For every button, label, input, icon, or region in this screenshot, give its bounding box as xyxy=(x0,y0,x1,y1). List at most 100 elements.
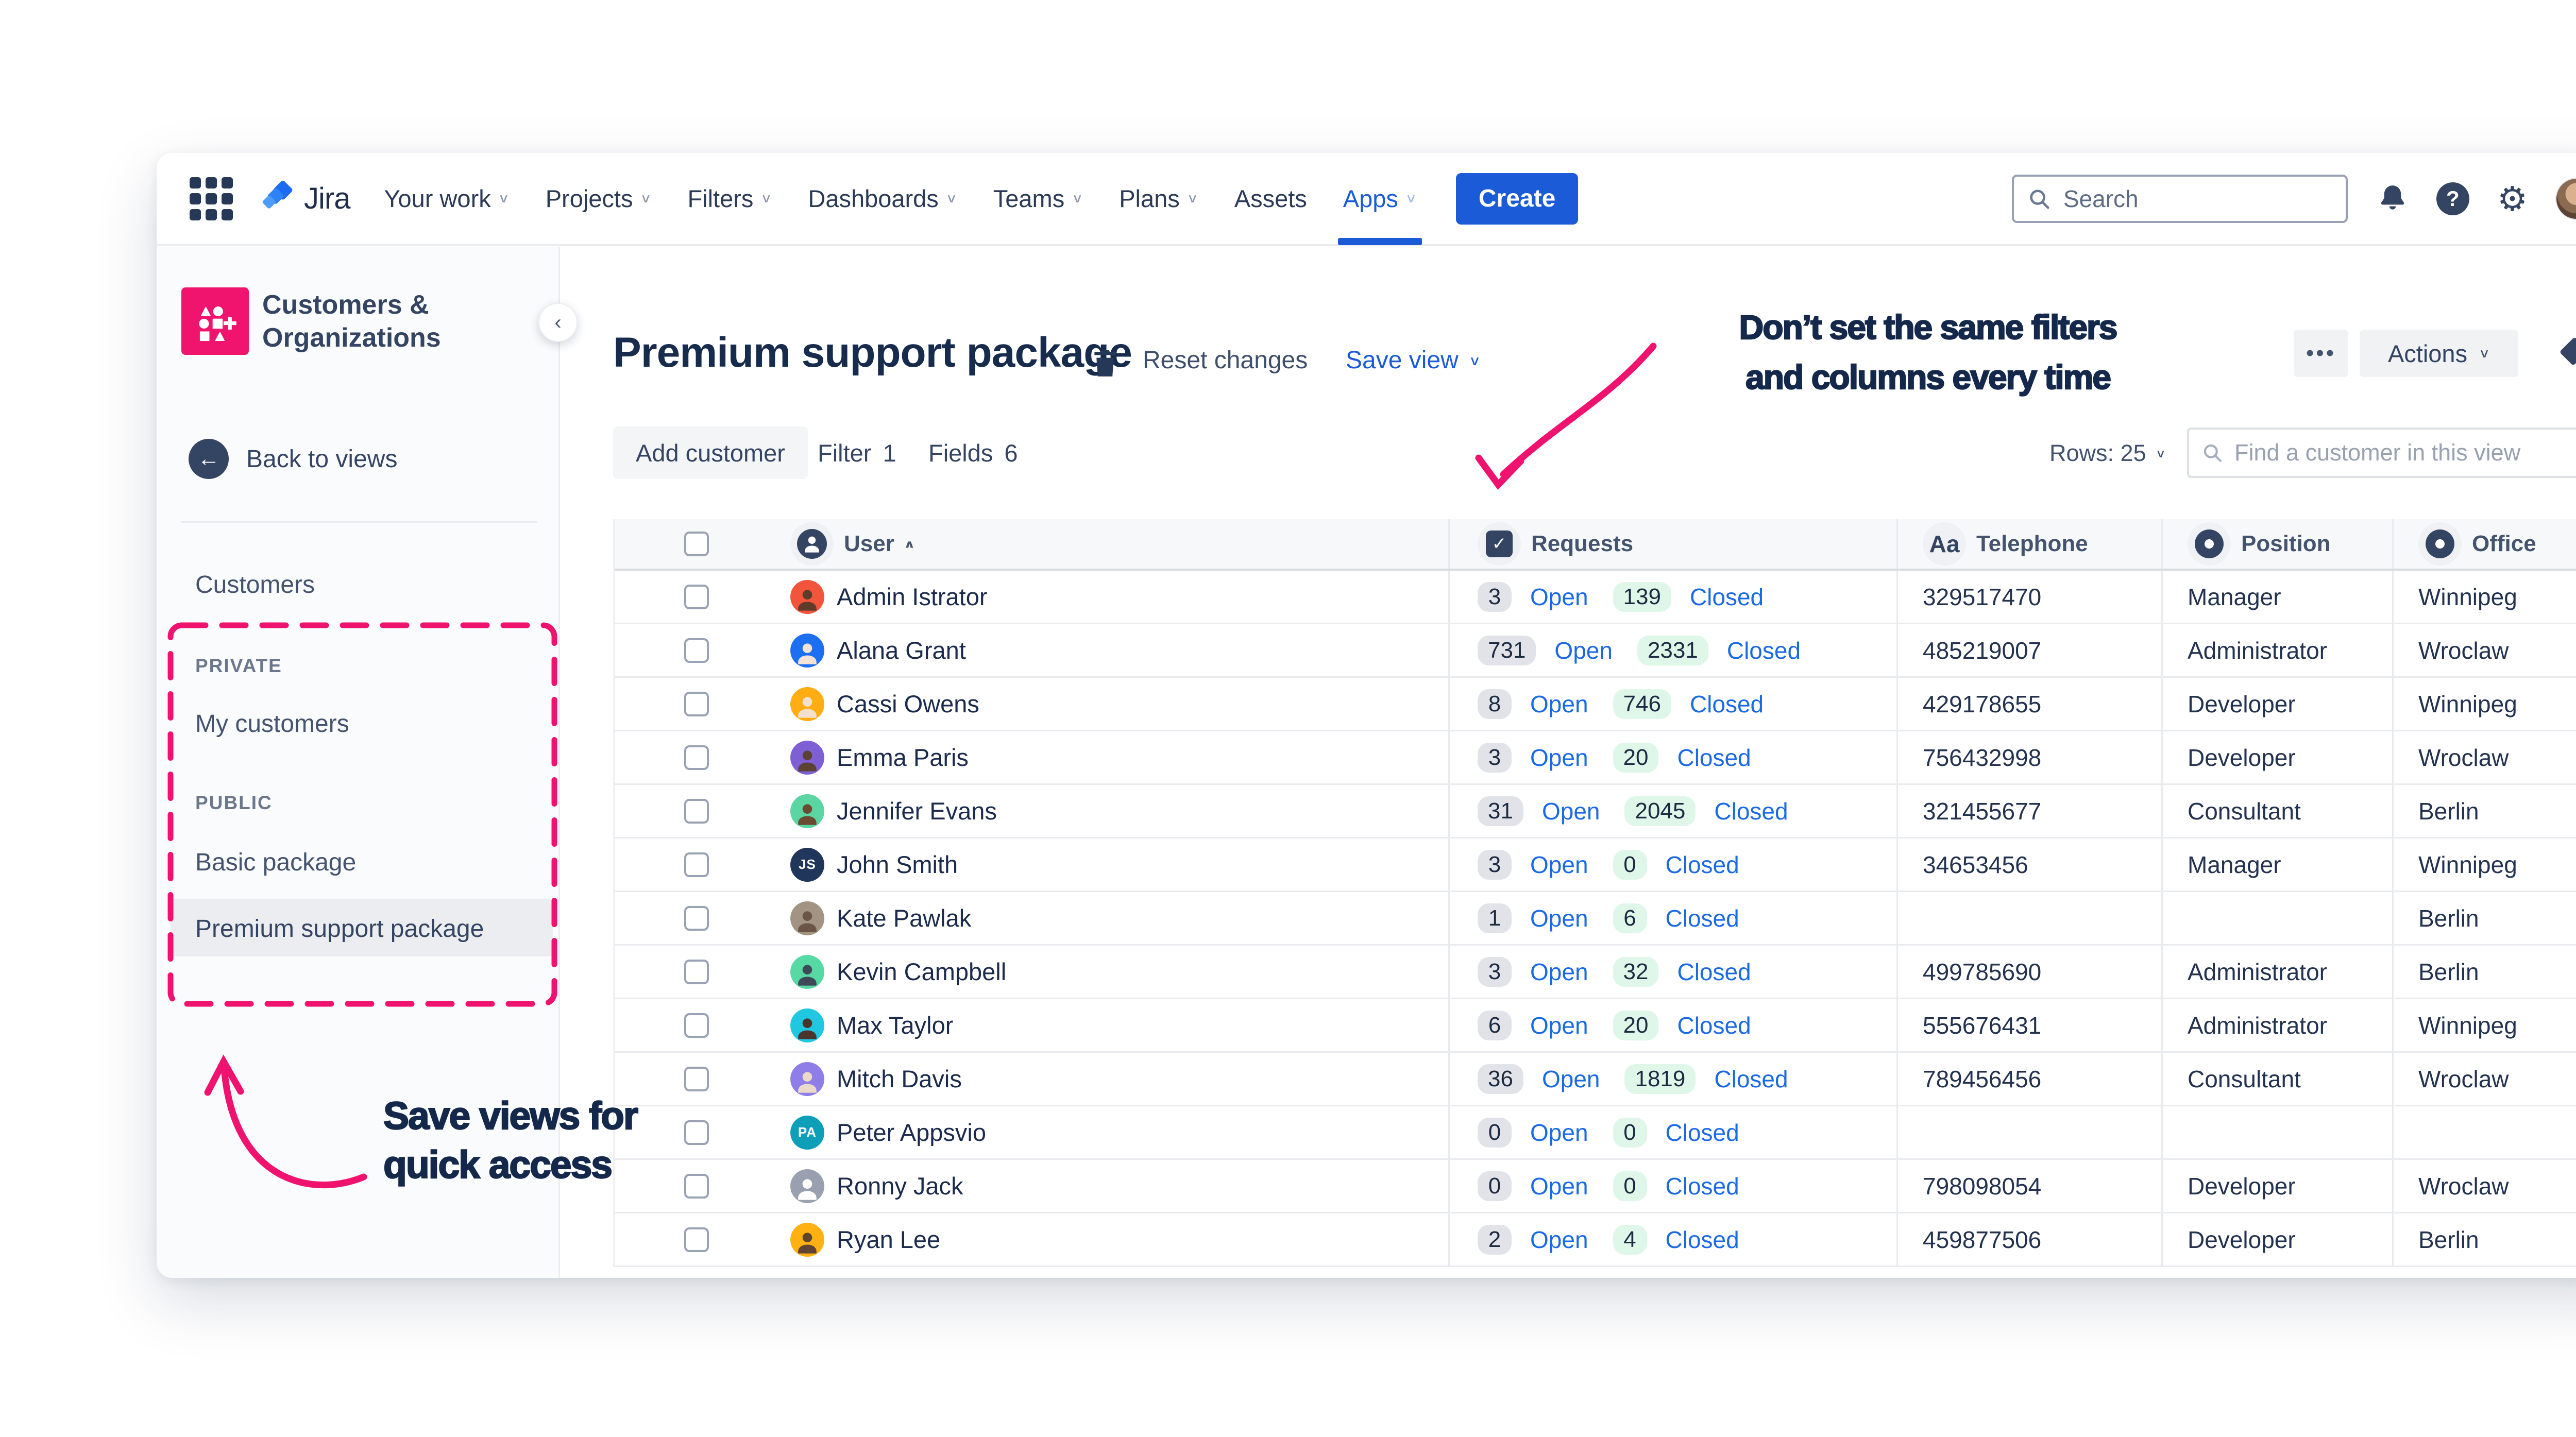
nav-plans[interactable]: Plans ∨ xyxy=(1119,153,1198,245)
actions-button[interactable]: Actions ∨ xyxy=(2360,330,2518,377)
find-customer-input[interactable] xyxy=(2233,439,2576,467)
table-row[interactable]: PA Peter Appsvio 0 Open 0 Closed xyxy=(615,1106,2576,1160)
nav-your-work[interactable]: Your work ∨ xyxy=(384,153,509,245)
user-name[interactable]: Alana Grant xyxy=(837,636,966,664)
closed-link[interactable]: Closed xyxy=(1677,744,1751,772)
row-checkbox[interactable] xyxy=(684,798,709,824)
jira-logo[interactable]: Jira xyxy=(260,180,350,217)
closed-link[interactable]: Closed xyxy=(1677,958,1751,986)
row-checkbox[interactable] xyxy=(684,691,709,716)
select-all-checkbox[interactable] xyxy=(684,532,709,556)
table-row[interactable]: Max Taylor 6 Open 20 Closed 555676431 Ad… xyxy=(615,999,2576,1053)
user-name[interactable]: Kate Pawlak xyxy=(837,904,971,932)
user-name[interactable]: Ryan Lee xyxy=(837,1225,940,1254)
row-checkbox[interactable] xyxy=(684,852,709,877)
table-row[interactable]: Mitch Davis 36 Open 1819 Closed 78945645… xyxy=(615,1053,2576,1106)
user-name[interactable]: Max Taylor xyxy=(837,1011,953,1039)
user-name[interactable]: Mitch Davis xyxy=(837,1065,962,1093)
closed-link[interactable]: Closed xyxy=(1666,904,1739,932)
table-row[interactable]: Jennifer Evans 31 Open 2045 Closed 32145… xyxy=(615,785,2576,839)
delete-view-trash-icon[interactable] xyxy=(1089,346,1121,383)
open-link[interactable]: Open xyxy=(1530,744,1588,772)
nav-dashboards[interactable]: Dashboards ∨ xyxy=(808,153,957,245)
column-header-requests[interactable]: Requests xyxy=(1531,531,1633,557)
table-row[interactable]: JS John Smith 3 Open 0 Closed 34653456 M… xyxy=(615,839,2576,892)
nav-assets[interactable]: Assets xyxy=(1234,153,1307,245)
table-row[interactable]: Admin Istrator 3 Open 139 Closed 3295174… xyxy=(615,571,2576,624)
user-name[interactable]: John Smith xyxy=(837,850,958,879)
table-row[interactable]: Kevin Campbell 3 Open 32 Closed 49978569… xyxy=(615,946,2576,999)
sidebar-item-basic-package[interactable]: Basic package xyxy=(195,848,356,877)
row-checkbox[interactable] xyxy=(684,1227,709,1252)
create-button[interactable]: Create xyxy=(1455,173,1579,225)
row-checkbox[interactable] xyxy=(684,1066,709,1091)
table-row[interactable]: Kate Pawlak 1 Open 6 Closed Berlin xyxy=(615,892,2576,946)
help-icon[interactable]: ? xyxy=(2436,182,2469,215)
table-row[interactable]: Ronny Jack 0 Open 0 Closed 798098054 Dev… xyxy=(615,1160,2576,1213)
row-checkbox[interactable] xyxy=(684,638,709,663)
user-name[interactable]: Ronny Jack xyxy=(837,1172,963,1200)
search-input[interactable] xyxy=(2062,184,2332,213)
settings-gear-icon[interactable]: ⚙ xyxy=(2497,182,2528,216)
closed-link[interactable]: Closed xyxy=(1690,583,1764,611)
column-header-office[interactable]: Office xyxy=(2472,531,2536,557)
closed-link[interactable]: Closed xyxy=(1666,1172,1739,1200)
more-options-button[interactable]: ••• xyxy=(2294,330,2348,377)
sidebar-item-customers[interactable]: Customers xyxy=(195,571,315,599)
notifications-bell-icon[interactable] xyxy=(2377,183,2409,215)
global-search[interactable] xyxy=(2011,174,2348,223)
open-link[interactable]: Open xyxy=(1530,904,1588,932)
sidebar-collapse-button[interactable]: ‹ xyxy=(538,303,578,342)
row-checkbox[interactable] xyxy=(684,1013,709,1038)
column-header-user[interactable]: User xyxy=(844,531,894,557)
closed-link[interactable]: Closed xyxy=(1666,1226,1739,1254)
column-header-telephone[interactable]: Telephone xyxy=(1976,531,2088,557)
label-tag-icon[interactable] xyxy=(2556,334,2576,371)
nav-teams[interactable]: Teams ∨ xyxy=(993,153,1083,245)
find-customer-search[interactable] xyxy=(2187,427,2576,478)
open-link[interactable]: Open xyxy=(1554,637,1613,664)
open-link[interactable]: Open xyxy=(1530,1119,1588,1147)
rows-per-page-select[interactable]: Rows: 25 ∨ xyxy=(2049,440,2166,467)
open-link[interactable]: Open xyxy=(1530,851,1588,879)
row-checkbox[interactable] xyxy=(684,959,709,984)
closed-link[interactable]: Closed xyxy=(1714,1065,1788,1093)
open-link[interactable]: Open xyxy=(1542,1065,1600,1093)
sidebar-item-premium-support-package[interactable]: Premium support package xyxy=(195,915,484,943)
app-switcher-icon[interactable] xyxy=(190,177,233,220)
closed-link[interactable]: Closed xyxy=(1714,797,1788,825)
row-checkbox[interactable] xyxy=(684,584,709,609)
open-link[interactable]: Open xyxy=(1530,690,1588,718)
table-row[interactable]: Cassi Owens 8 Open 746 Closed 429178655 … xyxy=(615,678,2576,731)
fields-button[interactable]: Fields 6 xyxy=(928,439,1018,467)
save-view-button[interactable]: Save view ∨ xyxy=(1346,346,1481,374)
closed-link[interactable]: Closed xyxy=(1677,1012,1751,1039)
open-link[interactable]: Open xyxy=(1542,797,1600,825)
back-to-views[interactable]: ← Back to views xyxy=(189,439,397,479)
nav-filters[interactable]: Filters ∨ xyxy=(687,153,772,245)
reset-changes-button[interactable]: Reset changes xyxy=(1143,346,1308,374)
user-name[interactable]: Cassi Owens xyxy=(837,690,979,718)
add-customer-button[interactable]: Add customer xyxy=(613,426,808,479)
user-name[interactable]: Jennifer Evans xyxy=(837,797,997,825)
open-link[interactable]: Open xyxy=(1530,1172,1588,1200)
row-checkbox[interactable] xyxy=(684,905,709,931)
user-name[interactable]: Emma Paris xyxy=(837,743,969,772)
user-avatar[interactable] xyxy=(2555,177,2576,220)
row-checkbox[interactable] xyxy=(684,1120,709,1145)
open-link[interactable]: Open xyxy=(1530,1012,1588,1039)
closed-link[interactable]: Closed xyxy=(1666,1119,1739,1147)
user-name[interactable]: Peter Appsvio xyxy=(837,1118,986,1147)
open-link[interactable]: Open xyxy=(1530,1226,1588,1254)
nav-apps[interactable]: Apps ∨ xyxy=(1337,153,1422,245)
open-link[interactable]: Open xyxy=(1530,583,1588,611)
closed-link[interactable]: Closed xyxy=(1666,851,1739,879)
closed-link[interactable]: Closed xyxy=(1690,690,1764,718)
column-header-position[interactable]: Position xyxy=(2241,531,2331,557)
table-row[interactable]: Ryan Lee 2 Open 4 Closed 459877506 Devel… xyxy=(615,1213,2576,1267)
table-row[interactable]: Alana Grant 731 Open 2331 Closed 4852190… xyxy=(615,624,2576,678)
filter-button[interactable]: Filter 1 xyxy=(818,439,896,467)
row-checkbox[interactable] xyxy=(684,745,709,770)
table-row[interactable]: Emma Paris 3 Open 20 Closed 756432998 De… xyxy=(615,731,2576,785)
user-name[interactable]: Kevin Campbell xyxy=(837,957,1006,986)
